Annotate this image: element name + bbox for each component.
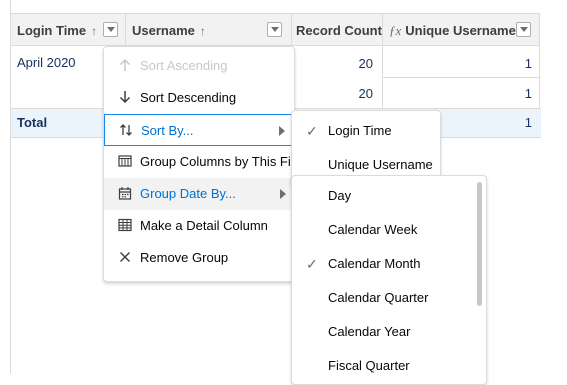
column-header-username[interactable]: Username ↑ — [125, 13, 291, 46]
menu-item-label: Sort Ascending — [140, 58, 228, 73]
submenu-item-label: Calendar Year — [328, 324, 411, 339]
submenu-caret-icon — [279, 126, 285, 136]
submenu-item-calendar-week[interactable]: Calendar Week — [292, 213, 486, 247]
menu-item-label: Make a Detail Column — [140, 218, 268, 233]
menu-item-label: Sort Descending — [140, 90, 237, 105]
column-header-label: Username — [132, 23, 195, 38]
submenu-item-label: Calendar Month — [328, 256, 421, 271]
group-date-submenu: Day Calendar Week ✓ Calendar Month Calen… — [291, 175, 487, 385]
menu-item-label: Sort By... — [141, 123, 194, 138]
checkmark-icon: ✓ — [306, 123, 318, 139]
column-separator — [291, 13, 292, 46]
top-strip — [11, 0, 567, 13]
menu-item-group-columns[interactable]: Group Columns by This Field — [104, 146, 308, 178]
table-icon — [118, 218, 132, 232]
submenu-item-calendar-month[interactable]: ✓ Calendar Month — [292, 247, 486, 281]
sort-icon — [119, 123, 133, 137]
column-menu-button[interactable] — [103, 22, 118, 37]
submenu-item-label: Calendar Quarter — [328, 290, 429, 305]
unique-username-cell: 1 — [524, 86, 532, 101]
menu-item-make-detail-column[interactable]: Make a Detail Column — [104, 210, 294, 242]
submenu-item-label: Unique Username — [328, 157, 433, 172]
submenu-item-label: Calendar Week — [328, 222, 418, 237]
submenu-item-calendar-quarter[interactable]: Calendar Quarter — [292, 281, 486, 315]
column-menu-button[interactable] — [267, 22, 282, 37]
row-divider — [382, 77, 540, 78]
submenu-item-day[interactable]: Day — [292, 179, 486, 213]
formula-icon: ƒx — [389, 23, 402, 38]
menu-item-sort-by[interactable]: Sort By... — [104, 114, 294, 146]
column-header-label: Unique Username — [405, 23, 516, 38]
arrow-up-icon — [118, 58, 132, 72]
submenu-item-fiscal-quarter[interactable]: Fiscal Quarter — [292, 349, 486, 383]
submenu-item-login-time[interactable]: ✓ Login Time — [292, 114, 440, 148]
column-grid-icon — [118, 154, 132, 168]
sort-asc-icon: ↑ — [91, 24, 98, 38]
record-count-cell: 20 — [358, 86, 373, 101]
arrow-down-icon — [118, 90, 132, 104]
submenu-scrollbar[interactable] — [477, 182, 482, 306]
menu-item-label: Group Columns by This Field — [140, 154, 309, 169]
column-header-label: Login Time — [17, 23, 87, 38]
column-header-login-time[interactable]: Login Time ↑ — [11, 13, 125, 46]
login-time-cell: April 2020 — [17, 55, 76, 70]
close-icon — [118, 250, 132, 264]
checkmark-icon: ✓ — [306, 256, 318, 272]
column-header-record-count[interactable]: Record Count — [291, 13, 382, 46]
record-count-cell: 20 — [358, 56, 373, 71]
menu-item-group-date-by[interactable]: Group Date By... — [104, 178, 294, 210]
sort-asc-icon: ↑ — [199, 24, 206, 38]
calendar-icon — [118, 186, 132, 200]
unique-username-cell: 1 — [524, 56, 532, 71]
column-header-label: Record Count — [296, 23, 382, 38]
column-separator — [125, 13, 126, 46]
submenu-item-calendar-year[interactable]: Calendar Year — [292, 315, 486, 349]
report-left-border — [10, 0, 11, 374]
menu-item-label: Group Date By... — [140, 186, 236, 201]
submenu-item-label: Fiscal Quarter — [328, 358, 410, 373]
total-label: Total — [17, 115, 48, 130]
submenu-item-label: Day — [328, 188, 352, 203]
submenu-caret-icon — [280, 189, 286, 199]
menu-item-label: Remove Group — [140, 250, 229, 265]
menu-item-sort-ascending[interactable]: Sort Ascending — [104, 50, 294, 82]
column-dropdown-menu: Sort Ascending Sort Descending Sort By..… — [103, 46, 308, 282]
menu-item-remove-group[interactable]: Remove Group — [104, 242, 294, 274]
column-header-unique-username[interactable]: ƒx Unique Username — [382, 13, 540, 46]
submenu-item-label: Login Time — [328, 123, 392, 138]
column-menu-button[interactable] — [516, 22, 531, 37]
menu-item-sort-descending[interactable]: Sort Descending — [104, 82, 294, 114]
